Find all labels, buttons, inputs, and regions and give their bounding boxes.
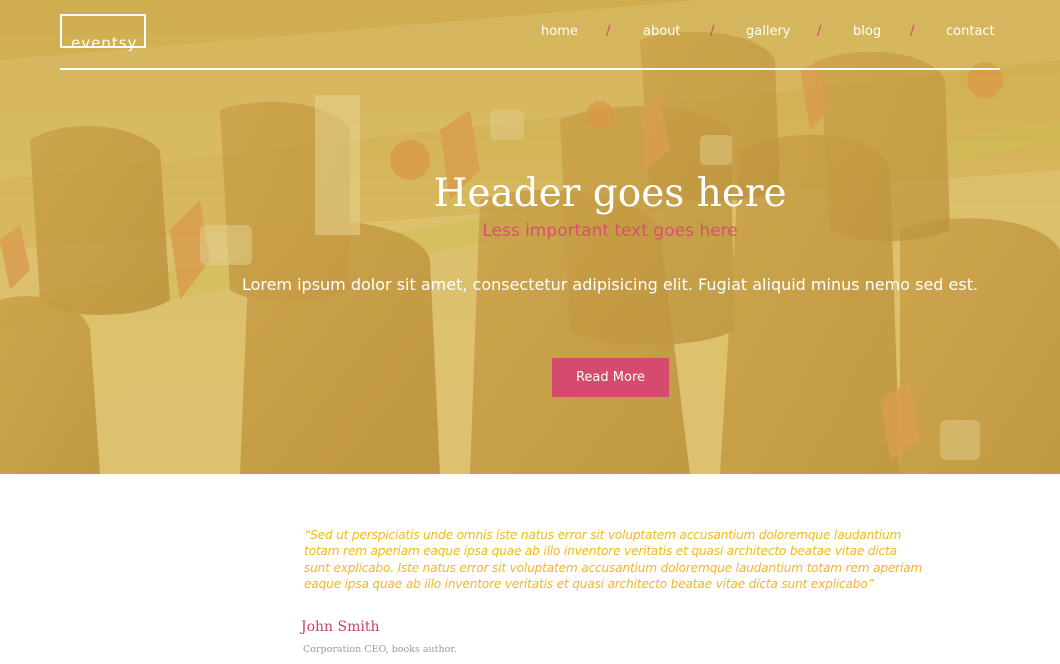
- hero-title: Header goes here: [433, 171, 787, 216]
- read-more-button[interactable]: Read More: [552, 358, 669, 397]
- nav-item-home[interactable]: home: [541, 22, 578, 42]
- nav-item-blog[interactable]: blog: [853, 22, 881, 42]
- hero-section: eventsy home / about / gallery / blog / …: [0, 0, 1060, 474]
- hero-subtitle: Less important text goes here: [482, 221, 738, 241]
- logo[interactable]: eventsy: [60, 14, 146, 52]
- testimonial-author: John Smith: [301, 619, 380, 635]
- nav-divider: [60, 68, 1000, 70]
- nav-separator: /: [817, 24, 822, 39]
- testimonial-author-title: Corporation CEO, books author.: [303, 644, 457, 655]
- nav-separator: /: [710, 24, 715, 39]
- nav-item-contact[interactable]: contact: [946, 22, 995, 42]
- nav-separator: /: [910, 24, 915, 39]
- nav-item-about[interactable]: about: [643, 22, 681, 42]
- hero-text: Lorem ipsum dolor sit amet, consectetur …: [241, 275, 979, 294]
- testimonial-quote: “Sed ut perspiciatis unde omnis iste nat…: [304, 528, 923, 591]
- nav-separator: /: [606, 24, 611, 39]
- nav-item-gallery[interactable]: gallery: [746, 22, 790, 42]
- logo-text: eventsy: [71, 34, 138, 52]
